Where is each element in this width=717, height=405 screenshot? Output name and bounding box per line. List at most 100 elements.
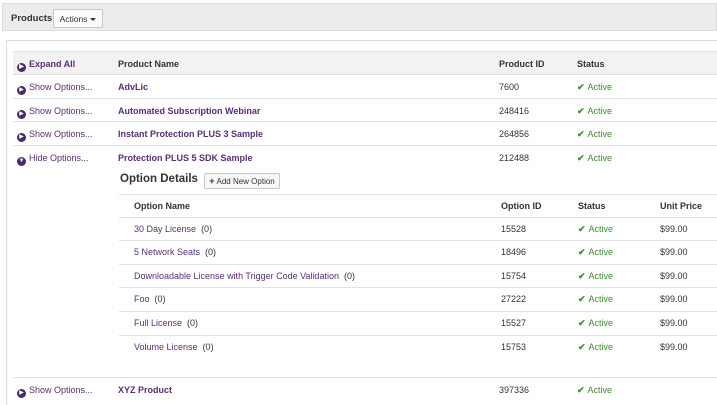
product-id: 212488: [499, 153, 530, 163]
status-badge: ✔ Active: [577, 153, 613, 163]
checkmark-icon: ✔: [577, 106, 585, 116]
checkmark-icon: ✔: [578, 318, 586, 328]
option-name: Downloadable License with Trigger Code V…: [134, 265, 355, 288]
circle-chevron-down-icon: ▼: [17, 157, 26, 166]
option-name-link[interactable]: 5 Network Seats: [134, 247, 200, 257]
option-count: (0): [187, 318, 199, 328]
option-name-link[interactable]: Volume License: [134, 342, 198, 352]
checkmark-icon: ✔: [578, 271, 586, 281]
caret-down-icon: [90, 17, 97, 21]
option-name: Full License (0): [134, 312, 198, 335]
circle-chevron-right-icon: ▶: [17, 133, 26, 142]
option-count: (0): [343, 271, 355, 281]
circle-chevron-right-icon: ▶: [17, 63, 26, 72]
option-count: (0): [202, 342, 214, 352]
status-badge: ✔ Active: [578, 271, 614, 281]
column-header-product-id: Product ID: [499, 59, 545, 69]
product-id: 264856: [499, 129, 530, 139]
status-badge: ✔ Active: [577, 106, 613, 116]
status-badge: ✔ Active: [577, 82, 613, 92]
checkmark-icon: ✔: [577, 129, 585, 139]
product-row: ▶ Show Options... Automated Subscription …: [13, 98, 717, 122]
add-new-option-label: Add New Option: [216, 176, 275, 186]
column-header-option-status: Status: [578, 201, 606, 211]
product-row: ▶ Show Options... AdvLic 7600 ✔ Active: [13, 74, 717, 98]
column-header-product-name: Product Name: [118, 59, 180, 69]
product-row: ▶ Show Options... XYZ Product 397336 ✔ Act…: [13, 377, 717, 401]
actions-dropdown-button[interactable]: Actions: [53, 9, 103, 28]
option-id: 15527: [501, 318, 527, 328]
option-name-link[interactable]: Downloadable License with Trigger Code V…: [134, 271, 339, 281]
option-id: 15754: [501, 271, 527, 281]
option-id: 15528: [501, 224, 527, 234]
product-name-link[interactable]: Protection PLUS 5 SDK Sample: [118, 146, 253, 170]
column-header-unit-price: Unit Price: [660, 201, 703, 211]
show-options-link[interactable]: ▶ Show Options...: [17, 122, 93, 146]
status-badge: ✔ Active: [578, 247, 614, 257]
option-name: 5 Network Seats (0): [134, 241, 216, 264]
option-id: 27222: [501, 294, 527, 304]
option-row: 30 Day License (0) 15528 ✔ Active $99.00: [119, 217, 717, 241]
option-name-link[interactable]: Foo: [134, 294, 150, 304]
product-id: 7600: [499, 82, 520, 92]
product-name-link[interactable]: Instant Protection PLUS 3 Sample: [118, 122, 263, 146]
toolbar: Products Actions: [2, 3, 717, 31]
option-name-link[interactable]: 30 Day License: [134, 224, 196, 234]
status-badge: ✔ Active: [577, 385, 613, 395]
unit-price: $99.00: [660, 247, 688, 257]
product-id: 248416: [499, 106, 530, 116]
status-badge: ✔ Active: [578, 224, 614, 234]
hide-options-link[interactable]: ▼ Hide Options...: [17, 146, 89, 170]
product-name-link[interactable]: AdvLic: [118, 75, 148, 99]
option-row: Downloadable License with Trigger Code V…: [119, 264, 717, 288]
show-options-link[interactable]: ▶ Show Options...: [17, 99, 93, 123]
product-row-expanded: ▼ Hide Options... Protection PLUS 5 SDK S…: [13, 145, 717, 169]
status-badge: ✔ Active: [578, 318, 614, 328]
column-header-option-name: Option Name: [134, 201, 191, 211]
product-name-link[interactable]: Automated Subscription Webinar: [118, 99, 260, 123]
show-options-link[interactable]: ▶ Show Options...: [17, 378, 93, 402]
unit-price: $99.00: [660, 271, 688, 281]
show-options-link[interactable]: ▶ Show Options...: [17, 75, 93, 99]
option-name-link[interactable]: Full License: [134, 318, 182, 328]
checkmark-icon: ✔: [577, 385, 585, 395]
checkmark-icon: ✔: [578, 224, 586, 234]
unit-price: $99.00: [660, 342, 688, 352]
products-header-row: ▶ Expand All Product Name Product ID Stat…: [13, 51, 717, 75]
option-row: 5 Network Seats (0) 18496 ✔ Active $99.00: [119, 240, 717, 264]
option-name: 30 Day License (0): [134, 218, 212, 241]
circle-chevron-right-icon: ▶: [17, 86, 26, 95]
option-row: Foo (0) 27222 ✔ Active $99.00: [119, 287, 717, 311]
option-count: (0): [205, 247, 217, 257]
option-details-title: Option Details: [120, 173, 198, 185]
actions-label: Actions: [59, 13, 88, 24]
option-name: Volume License (0): [134, 336, 214, 359]
add-new-option-button[interactable]: + Add New Option: [204, 173, 280, 189]
unit-price: $99.00: [660, 318, 688, 328]
option-id: 15753: [501, 342, 527, 352]
unit-price: $99.00: [660, 294, 688, 304]
option-row: Full License (0) 15527 ✔ Active $99.00: [119, 311, 717, 335]
column-header-option-id: Option ID: [501, 201, 542, 211]
status-badge: ✔ Active: [578, 342, 614, 352]
column-header-status: Status: [577, 59, 605, 69]
checkmark-icon: ✔: [577, 82, 585, 92]
checkmark-icon: ✔: [578, 247, 586, 257]
checkmark-icon: ✔: [578, 342, 586, 352]
option-name: Foo (0): [134, 288, 166, 311]
options-header-row: Option Name Option ID Status Unit Price: [119, 194, 717, 218]
product-id: 397336: [499, 385, 530, 395]
circle-chevron-right-icon: ▶: [17, 110, 26, 119]
status-badge: ✔ Active: [578, 294, 614, 304]
checkmark-icon: ✔: [578, 294, 586, 304]
option-id: 18496: [501, 247, 527, 257]
expand-all-link[interactable]: ▶ Expand All: [17, 52, 75, 76]
option-count: (0): [201, 224, 213, 234]
circle-chevron-right-icon: ▶: [17, 389, 26, 398]
unit-price: $99.00: [660, 224, 688, 234]
option-row: Volume License (0) 15753 ✔ Active $99.00: [119, 335, 717, 359]
product-name-link[interactable]: XYZ Product: [118, 378, 172, 402]
option-count: (0): [154, 294, 166, 304]
page-title: Products: [11, 13, 53, 24]
plus-icon: +: [209, 176, 215, 186]
